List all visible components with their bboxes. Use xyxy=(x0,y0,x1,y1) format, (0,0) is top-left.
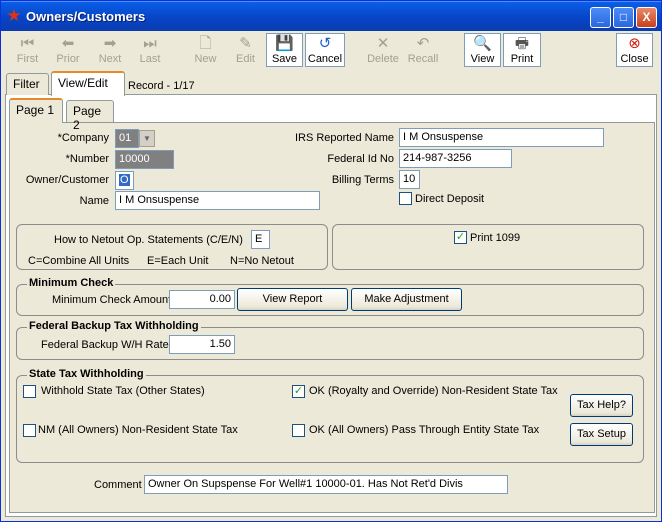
ok-royalty-label: OK (Royalty and Override) Non-Resident S… xyxy=(309,385,558,397)
star-icon: ★ xyxy=(6,6,22,25)
number-field[interactable]: 10000 xyxy=(115,150,174,169)
backup-rate-label: Federal Backup W/H Rate xyxy=(41,339,169,351)
print1099-checkbox[interactable]: ✓ xyxy=(454,231,467,244)
state-tax-title: State Tax Withholding xyxy=(27,368,146,380)
save-button[interactable]: 💾 Save xyxy=(266,33,303,67)
federal-id-label: Federal Id No xyxy=(327,153,394,165)
print1099-label: Print 1099 xyxy=(470,232,521,244)
backup-tax-title: Federal Backup Tax Withholding xyxy=(27,320,201,332)
recall-button[interactable]: ↶ Recall xyxy=(404,33,442,67)
comment-field[interactable]: Owner On Supspense For Well#1 10000-01. … xyxy=(144,475,508,494)
ok-pass-checkbox[interactable] xyxy=(292,424,305,437)
withhold-other-label: Withhold State Tax (Other States) xyxy=(41,385,205,397)
last-button[interactable]: ⏭ Last xyxy=(131,33,169,67)
owners-customers-window: ★ Owners/Customers _ □ X ⏮ First ⬅ Prior… xyxy=(0,0,662,522)
comment-label: Comment xyxy=(94,479,142,491)
delete-button[interactable]: ✕ Delete xyxy=(364,33,402,67)
tab-view-edit[interactable]: View/Edit xyxy=(51,71,125,96)
new-document-icon: 🗋 xyxy=(199,35,212,52)
minimize-button[interactable]: _ xyxy=(590,7,611,28)
view-button[interactable]: 🔍 View xyxy=(464,33,501,67)
company-label: *Company xyxy=(57,132,109,144)
netout-option-n: N=No Netout xyxy=(230,255,294,267)
billing-terms-label: Billing Terms xyxy=(331,174,394,186)
min-check-title: Minimum Check xyxy=(27,277,116,289)
tab-page-2[interactable]: Page 2 xyxy=(66,100,114,132)
next-button[interactable]: ➡ Next xyxy=(91,33,129,67)
maximize-button[interactable]: □ xyxy=(613,7,634,28)
make-adjustment-button[interactable]: Make Adjustment xyxy=(351,288,462,311)
edit-button[interactable]: ✎ Edit xyxy=(227,33,264,67)
print-button[interactable]: 🖶 Print xyxy=(503,33,541,67)
undo-circle-icon: ↺ xyxy=(318,35,332,52)
irs-name-label: IRS Reported Name xyxy=(294,132,394,144)
magnifier-icon: 🔍 xyxy=(473,35,492,52)
arrow-left-icon: ⬅ xyxy=(61,35,75,52)
netout-option-c: C=Combine All Units xyxy=(28,255,130,267)
first-record-icon: ⏮ xyxy=(20,35,35,52)
tab-filter[interactable]: Filter xyxy=(6,73,49,95)
close-window-button[interactable]: X xyxy=(636,7,657,28)
printer-icon: 🖶 xyxy=(514,35,530,52)
nm-all-label: NM (All Owners) Non-Resident State Tax xyxy=(38,424,238,436)
prior-button[interactable]: ⬅ Prior xyxy=(49,33,87,67)
owner-customer-field[interactable]: O xyxy=(115,171,134,190)
print1099-group xyxy=(332,224,644,270)
netout-field[interactable]: E xyxy=(251,230,270,249)
title-bar[interactable]: ★ Owners/Customers _ □ X xyxy=(1,1,661,31)
tax-setup-button[interactable]: Tax Setup xyxy=(570,423,633,446)
company-field[interactable]: 01 xyxy=(115,129,139,148)
view-report-button[interactable]: View Report xyxy=(237,288,348,311)
netout-question: How to Netout Op. Statements (C/E/N) xyxy=(54,234,243,246)
window-title: Owners/Customers xyxy=(26,9,146,24)
direct-deposit-label: Direct Deposit xyxy=(415,193,485,205)
irs-name-field[interactable]: I M Onsuspense xyxy=(399,128,604,147)
name-label: Name xyxy=(79,195,109,207)
name-field[interactable]: I M Onsuspense xyxy=(115,191,320,210)
ok-pass-label: OK (All Owners) Pass Through Entity Stat… xyxy=(309,424,540,436)
owner-customer-label: Owner/Customer xyxy=(25,174,109,186)
last-record-icon: ⏭ xyxy=(143,35,157,52)
backup-rate-field[interactable]: 1.50 xyxy=(169,335,235,354)
toolbar: ⏮ First ⬅ Prior ➡ Next ⏭ Last 🗋 New ✎ Ed… xyxy=(5,32,659,68)
save-disk-icon: 💾 xyxy=(275,35,294,52)
recall-arrow-icon: ↶ xyxy=(416,35,430,52)
check-icon: ✓ xyxy=(455,231,466,243)
number-label: *Number xyxy=(65,153,109,165)
billing-terms-field[interactable]: 10 xyxy=(399,170,420,189)
record-counter: Record - 1/17 xyxy=(128,80,195,92)
tab-page-1[interactable]: Page 1 xyxy=(9,98,63,123)
main-tabs: Filter View/Edit xyxy=(6,71,656,96)
delete-x-icon: ✕ xyxy=(376,35,390,52)
close-red-icon: ⊗ xyxy=(628,35,641,52)
withhold-other-checkbox[interactable] xyxy=(23,385,36,398)
min-check-amount-label: Minimum Check Amount xyxy=(52,294,172,306)
check-icon: ✓ xyxy=(293,385,304,397)
ok-royalty-checkbox[interactable]: ✓ xyxy=(292,385,305,398)
netout-option-e: E=Each Unit xyxy=(147,255,209,267)
direct-deposit-checkbox[interactable] xyxy=(399,192,412,205)
arrow-right-icon: ➡ xyxy=(103,35,117,52)
tax-help-button[interactable]: Tax Help? xyxy=(570,394,633,417)
close-button[interactable]: ⊗ Close xyxy=(616,33,653,67)
first-button[interactable]: ⏮ First xyxy=(9,33,46,67)
chevron-down-icon[interactable]: ▼ xyxy=(139,130,155,147)
pencil-icon: ✎ xyxy=(239,35,252,52)
cancel-button[interactable]: ↺ Cancel xyxy=(305,33,345,67)
min-check-amount-field[interactable]: 0.00 xyxy=(169,290,235,309)
new-button[interactable]: 🗋 New xyxy=(187,33,224,67)
nm-all-checkbox[interactable] xyxy=(23,424,36,437)
federal-id-field[interactable]: 214-987-3256 xyxy=(399,149,512,168)
